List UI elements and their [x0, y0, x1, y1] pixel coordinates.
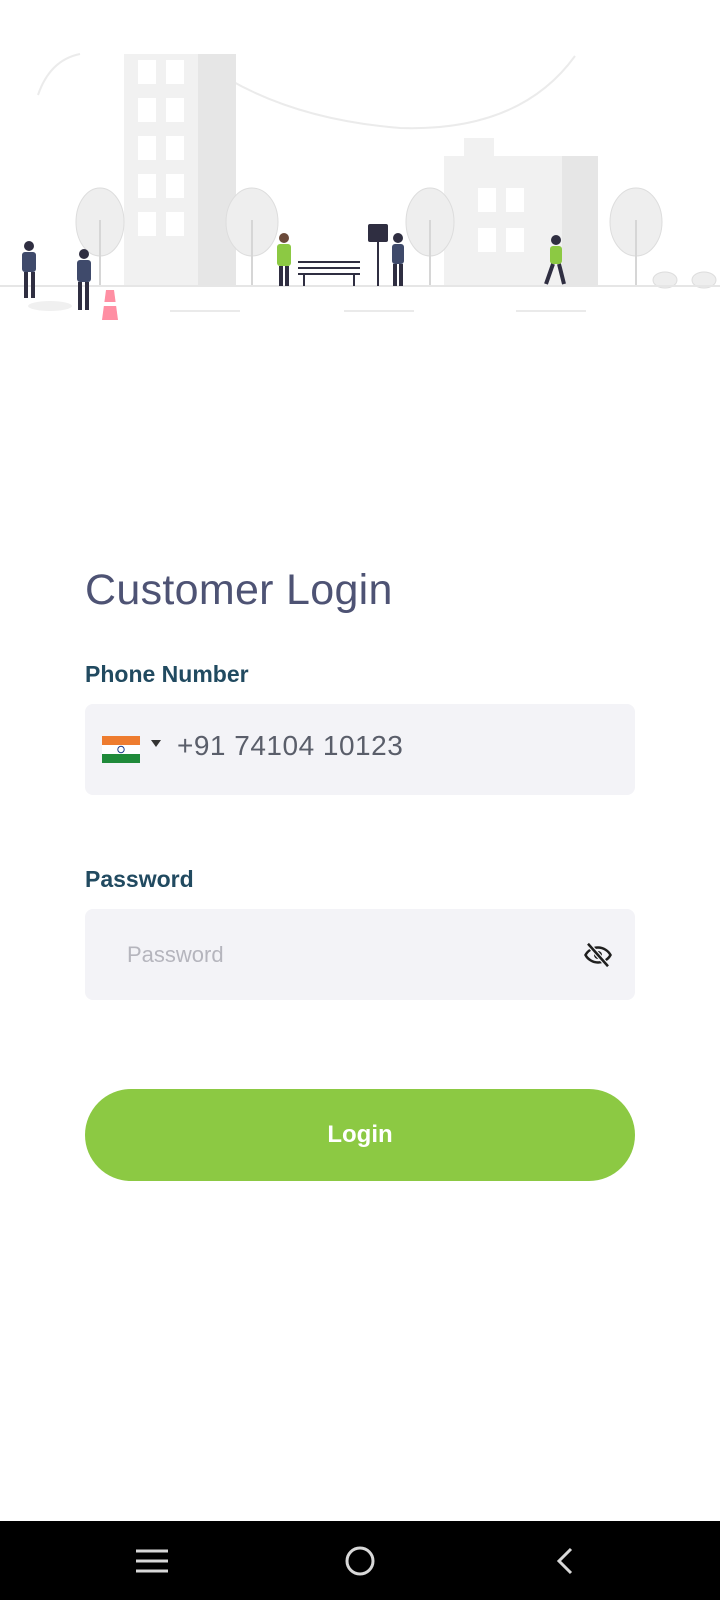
india-flag-icon[interactable] — [102, 736, 140, 763]
menu-lines-icon[interactable] — [130, 1539, 174, 1583]
password-label: Password — [85, 866, 194, 892]
chevron-left-icon[interactable] — [544, 1539, 588, 1583]
login-form: Customer Login Phone Number +91 74104 10… — [85, 560, 635, 1181]
password-field-container — [85, 909, 635, 1000]
login-screen: Customer Login Phone Number +91 74104 10… — [0, 0, 720, 1600]
phone-number-label: Phone Number — [85, 661, 249, 687]
login-button[interactable]: Login — [85, 1089, 635, 1181]
phone-number-field[interactable]: +91 74104 10123 — [85, 704, 635, 795]
phone-number-value[interactable]: +91 74104 10123 — [177, 730, 403, 762]
eye-off-icon[interactable] — [583, 940, 613, 970]
page-title: Customer Login — [85, 566, 393, 614]
system-navigation-bar — [0, 1521, 720, 1600]
country-dropdown-caret-icon[interactable] — [151, 740, 161, 747]
circle-home-icon[interactable] — [338, 1539, 382, 1583]
city-street-illustration-icon — [0, 53, 720, 320]
password-input[interactable] — [125, 929, 569, 981]
